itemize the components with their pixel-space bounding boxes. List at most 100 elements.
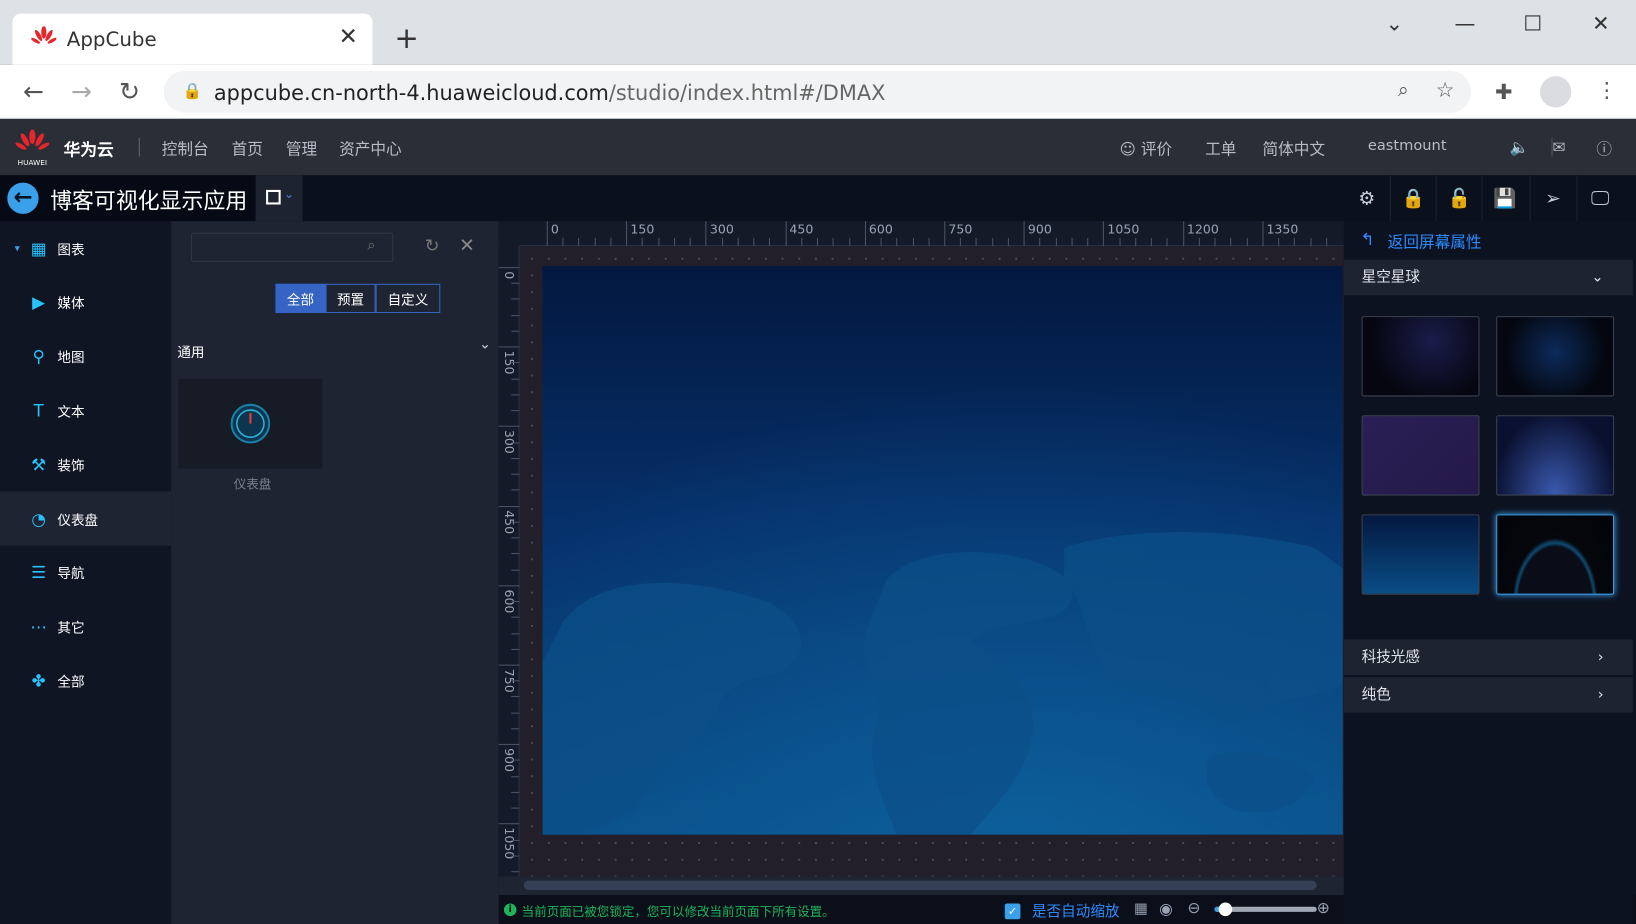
ruler-tick — [511, 775, 520, 777]
huawei-logo[interactable]: HUAWEI — [15, 129, 50, 167]
lock-icon: 🔒 — [1401, 187, 1425, 210]
background-thumbnail-0[interactable] — [1361, 316, 1480, 397]
back-icon[interactable]: ← — [23, 77, 44, 106]
unlock-button[interactable]: 🔓 — [1435, 175, 1482, 222]
ruler-tick — [511, 362, 520, 364]
ruler-tick — [705, 221, 707, 247]
ruler-tick — [769, 237, 771, 247]
browser-tab[interactable]: AppCube ✕ — [12, 13, 373, 65]
maximize-icon[interactable]: ☐ — [1523, 10, 1542, 35]
address-input[interactable]: 🔒 appcube.cn-north-4.huaweicloud.com/stu… — [163, 70, 1472, 113]
sidebar-item-2[interactable]: ⚲ 地图 — [0, 329, 171, 383]
reload-icon[interactable]: ↻ — [119, 77, 140, 106]
send-icon: ➢ — [1545, 187, 1561, 210]
ruler-tick — [1150, 237, 1152, 247]
grid-icon: ▦ — [30, 238, 47, 259]
ruler-tick — [1325, 237, 1327, 247]
filter-all[interactable]: 全部 — [275, 283, 326, 314]
gear-icon: ⚙ — [1358, 187, 1376, 210]
background-thumbnail-3[interactable] — [1496, 415, 1615, 496]
ruler-tick — [511, 457, 520, 459]
search-icon[interactable]: ⌕ — [367, 237, 375, 254]
sidebar-item-7[interactable]: ⋯ 其它 — [0, 600, 171, 654]
zoom-out-icon[interactable]: ⊖ — [1187, 898, 1200, 917]
help-icon[interactable]: ⓘ — [1596, 138, 1612, 160]
ruler-tick — [1294, 237, 1296, 247]
close-window-icon[interactable]: ✕ — [1592, 10, 1609, 35]
scrollbar-thumb[interactable] — [523, 880, 1317, 890]
sidebar-item-8[interactable]: ✤ 全部 — [0, 654, 171, 708]
ruler-tick — [1182, 221, 1184, 247]
sidebar-item-3[interactable]: T 文本 — [0, 383, 171, 437]
ruler-tick — [511, 537, 520, 539]
ruler-tick — [1039, 237, 1041, 247]
ruler-tick — [1230, 237, 1232, 247]
language-select[interactable]: 简体中文 — [1262, 138, 1325, 160]
preview-button[interactable]: 🖵 — [1576, 175, 1623, 222]
address-bar-row: ← → ↻ 🔒 appcube.cn-north-4.huaweicloud.c… — [0, 64, 1636, 119]
ruler-tick — [511, 728, 520, 730]
back-to-screen-properties[interactable]: ↰ 返回屏幕属性 — [1344, 221, 1633, 259]
profile-avatar[interactable] — [1540, 76, 1572, 108]
forward-icon[interactable]: → — [71, 77, 92, 106]
extensions-icon[interactable]: ✚ — [1495, 79, 1512, 104]
settings-button[interactable]: ⚙ — [1344, 175, 1390, 221]
group-tech-light[interactable]: 科技光感 › — [1343, 639, 1633, 676]
sidebar-item-1[interactable]: ▶ 媒体 — [0, 275, 171, 329]
sidebar-item-4[interactable]: ⚒ 装饰 — [0, 437, 171, 491]
sidebar-item-0[interactable]: ▾ ▦ 图表 — [0, 221, 171, 275]
ruler-tick — [511, 791, 520, 793]
bookmark-star-icon[interactable]: ☆ — [1436, 77, 1455, 102]
app-title: 博客可视化显示应用 — [50, 188, 248, 214]
speaker-icon[interactable]: 🔈 — [1510, 138, 1529, 157]
background-thumbnail-2[interactable] — [1361, 415, 1480, 496]
properties-panel: ↰ 返回屏幕属性 星空星球 ⌄ 科技光感 › 纯色 › — [1343, 221, 1633, 924]
sidebar-item-5[interactable]: ◔ 仪表盘 — [0, 491, 172, 546]
auto-scale-checkbox[interactable]: ✓ — [1004, 903, 1021, 920]
page-select-dropdown[interactable]: ⌄ — [255, 175, 303, 222]
background-thumbnail-1[interactable] — [1496, 316, 1615, 397]
sidebar-item-6[interactable]: ☰ 导航 — [0, 545, 171, 599]
component-card-gauge[interactable] — [178, 378, 323, 469]
horizontal-scrollbar[interactable] — [498, 876, 1344, 896]
group-solid-color[interactable]: 纯色 › — [1343, 677, 1633, 713]
mail-icon[interactable]: ✉ — [1553, 138, 1566, 157]
zoom-icon[interactable]: ⌕ — [1398, 79, 1409, 101]
minimize-icon[interactable]: — — [1454, 10, 1475, 35]
lock-button[interactable]: 🔒 — [1389, 175, 1436, 222]
nav-manage[interactable]: 管理 — [286, 138, 317, 160]
filter-preset[interactable]: 预置 — [325, 283, 376, 314]
ticket-link[interactable]: 工单 — [1205, 138, 1236, 160]
tab-search-icon[interactable]: ⌄ — [1386, 10, 1403, 35]
nav-home[interactable]: 首页 — [232, 138, 263, 160]
menu-icon[interactable]: ⋮ — [1596, 77, 1617, 102]
save-button[interactable]: 💾 — [1481, 175, 1528, 222]
ruler-tick — [511, 553, 520, 555]
filter-custom[interactable]: 自定义 — [375, 283, 441, 314]
close-tab-icon[interactable]: ✕ — [339, 24, 358, 50]
rate-link[interactable]: ☺ 评价 — [1120, 138, 1173, 160]
user-menu[interactable]: eastmount — [1368, 138, 1447, 155]
new-tab-button[interactable]: + — [394, 21, 418, 55]
back-button[interactable]: ← — [7, 182, 39, 214]
ruler-tick — [511, 314, 520, 316]
refresh-icon[interactable]: ↻ — [425, 236, 440, 257]
component-category-sidebar: ▾ ▦ 图表 ▶ 媒体 ⚲ 地图 T 文本 ⚒ 装饰 ◔ 仪表盘 ☰ 导航 ⋯ 其它 ✤ 全部 — [0, 221, 172, 924]
background-thumbnail-4[interactable] — [1361, 514, 1480, 595]
zoom-in-icon[interactable]: ⊕ — [1317, 898, 1330, 917]
nav-assets[interactable]: 资产中心 — [339, 138, 402, 160]
ruler-tick — [1119, 237, 1121, 247]
screen-canvas[interactable] — [542, 266, 1343, 835]
group-starry-planet[interactable]: 星空星球 ⌄ — [1343, 259, 1633, 296]
eye-icon[interactable]: ◉ — [1159, 899, 1173, 918]
nav-console[interactable]: 控制台 — [162, 138, 209, 160]
grid-icon[interactable]: ▦ — [1134, 900, 1148, 917]
background-thumbnail-5[interactable] — [1496, 514, 1615, 595]
component-search-input[interactable] — [190, 232, 394, 262]
chevron-down-icon[interactable]: ⌄ — [479, 336, 491, 353]
publish-button[interactable]: ➢ — [1529, 175, 1576, 222]
ruler-tick — [912, 237, 914, 247]
zoom-slider[interactable] — [1214, 902, 1317, 917]
close-icon[interactable]: ✕ — [459, 235, 475, 257]
zoom-slider-handle[interactable] — [1218, 902, 1233, 917]
